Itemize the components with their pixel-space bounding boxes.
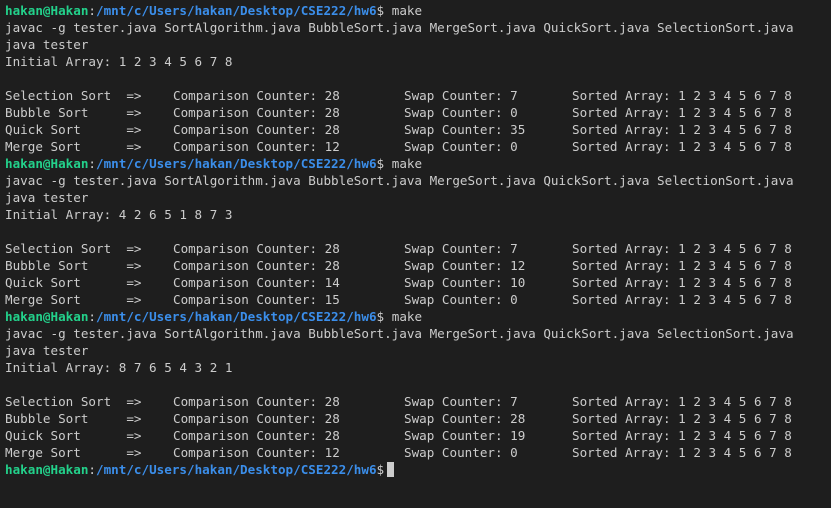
swap-counter: Swap Counter: 7	[404, 394, 518, 409]
run-output: java tester	[5, 190, 89, 205]
sorted-array: Sorted Array: 1 2 3 4 5 6 7 8	[572, 292, 792, 307]
prompt-symbol: $	[376, 309, 385, 324]
prompt-path: /mnt/c/Users/hakan/Desktop/CSE222/hw6	[96, 156, 377, 171]
algorithm-name: Merge Sort =>	[5, 292, 142, 307]
algorithm-name: Merge Sort =>	[5, 139, 142, 154]
run-output: java tester	[5, 37, 89, 52]
sorted-array: Sorted Array: 1 2 3 4 5 6 7 8	[572, 241, 792, 256]
result-row: Merge Sort => Comparison Counter: 12 Swap …	[5, 138, 831, 155]
prompt-user: hakan@Hakan	[5, 156, 89, 171]
result-row: Bubble Sort => Comparison Counter: 28 Swap…	[5, 257, 831, 274]
initial-array: Initial Array: 8 7 6 5 4 3 2 1	[5, 360, 233, 375]
swap-counter: Swap Counter: 0	[404, 445, 518, 460]
comparison-counter: Comparison Counter: 12	[173, 139, 340, 154]
prompt-symbol: $	[376, 3, 385, 18]
command-text: make	[391, 156, 423, 171]
command-text: make	[391, 309, 423, 324]
prompt-line: hakan@Hakan:/mnt/c/Users/hakan/Desktop/C…	[5, 155, 831, 172]
result-row: Merge Sort => Comparison Counter: 12 Swap …	[5, 444, 831, 461]
algorithm-name: Bubble Sort =>	[5, 258, 142, 273]
algorithm-name: Bubble Sort =>	[5, 105, 142, 120]
initial-array: Initial Array: 1 2 3 4 5 6 7 8	[5, 54, 233, 69]
prompt-separator: :	[88, 3, 96, 18]
sorted-array: Sorted Array: 1 2 3 4 5 6 7 8	[572, 445, 792, 460]
algorithm-name: Selection Sort =>	[5, 394, 142, 409]
result-row: Selection Sort => Comparison Counter: 28 S…	[5, 240, 831, 257]
swap-counter: Swap Counter: 0	[404, 292, 518, 307]
swap-counter: Swap Counter: 10	[404, 275, 526, 290]
terminal[interactable]: hakan@Hakan:/mnt/c/Users/hakan/Desktop/C…	[5, 2, 831, 508]
result-row: Selection Sort => Comparison Counter: 28 S…	[5, 393, 831, 410]
sorted-array: Sorted Array: 1 2 3 4 5 6 7 8	[572, 428, 792, 443]
prompt-user: hakan@Hakan	[5, 3, 89, 18]
prompt-separator: :	[88, 309, 96, 324]
comparison-counter: Comparison Counter: 28	[173, 411, 340, 426]
prompt-separator: :	[88, 462, 96, 477]
result-row: Quick Sort => Comparison Counter: 14 Swap …	[5, 274, 831, 291]
result-row: Quick Sort => Comparison Counter: 28 Swap …	[5, 427, 831, 444]
swap-counter: Swap Counter: 7	[404, 88, 518, 103]
prompt-line: hakan@Hakan:/mnt/c/Users/hakan/Desktop/C…	[5, 308, 831, 325]
swap-counter: Swap Counter: 0	[404, 105, 518, 120]
comparison-counter: Comparison Counter: 28	[173, 122, 340, 137]
prompt-separator: :	[88, 156, 96, 171]
result-row: Selection Sort => Comparison Counter: 28 S…	[5, 87, 831, 104]
sorted-array: Sorted Array: 1 2 3 4 5 6 7 8	[572, 394, 792, 409]
prompt-path: /mnt/c/Users/hakan/Desktop/CSE222/hw6	[96, 3, 377, 18]
text-cursor[interactable]	[387, 462, 395, 477]
comparison-counter: Comparison Counter: 14	[173, 275, 340, 290]
algorithm-name: Quick Sort =>	[5, 275, 142, 290]
result-row: Merge Sort => Comparison Counter: 15 Swap …	[5, 291, 831, 308]
run-output: java tester	[5, 343, 89, 358]
sorted-array: Sorted Array: 1 2 3 4 5 6 7 8	[572, 88, 792, 103]
result-row: Bubble Sort => Comparison Counter: 28 Swap…	[5, 104, 831, 121]
prompt-user: hakan@Hakan	[5, 309, 89, 324]
comparison-counter: Comparison Counter: 12	[173, 445, 340, 460]
comparison-counter: Comparison Counter: 28	[173, 88, 340, 103]
swap-counter: Swap Counter: 12	[404, 258, 526, 273]
comparison-counter: Comparison Counter: 28	[173, 394, 340, 409]
command-text: make	[391, 3, 423, 18]
result-row: Bubble Sort => Comparison Counter: 28 Swap…	[5, 410, 831, 427]
algorithm-name: Quick Sort =>	[5, 428, 142, 443]
algorithm-name: Bubble Sort =>	[5, 411, 142, 426]
algorithm-name: Selection Sort =>	[5, 241, 142, 256]
comparison-counter: Comparison Counter: 28	[173, 105, 340, 120]
compile-output: javac -g tester.java SortAlgorithm.java …	[5, 173, 794, 188]
comparison-counter: Comparison Counter: 28	[173, 258, 340, 273]
compile-output: javac -g tester.java SortAlgorithm.java …	[5, 326, 794, 341]
algorithm-name: Merge Sort =>	[5, 445, 142, 460]
sorted-array: Sorted Array: 1 2 3 4 5 6 7 8	[572, 122, 792, 137]
sorted-array: Sorted Array: 1 2 3 4 5 6 7 8	[572, 275, 792, 290]
swap-counter: Swap Counter: 35	[404, 122, 526, 137]
prompt-path: /mnt/c/Users/hakan/Desktop/CSE222/hw6	[96, 309, 377, 324]
swap-counter: Swap Counter: 7	[404, 241, 518, 256]
algorithm-name: Selection Sort =>	[5, 88, 142, 103]
result-row: Quick Sort => Comparison Counter: 28 Swap …	[5, 121, 831, 138]
prompt-line: hakan@Hakan:/mnt/c/Users/hakan/Desktop/C…	[5, 2, 831, 19]
swap-counter: Swap Counter: 19	[404, 428, 526, 443]
compile-output: javac -g tester.java SortAlgorithm.java …	[5, 20, 794, 35]
prompt-user: hakan@Hakan	[5, 462, 89, 477]
prompt-path: /mnt/c/Users/hakan/Desktop/CSE222/hw6	[96, 462, 377, 477]
sorted-array: Sorted Array: 1 2 3 4 5 6 7 8	[572, 258, 792, 273]
initial-array: Initial Array: 4 2 6 5 1 8 7 3	[5, 207, 233, 222]
sorted-array: Sorted Array: 1 2 3 4 5 6 7 8	[572, 105, 792, 120]
prompt-symbol: $	[376, 462, 385, 477]
algorithm-name: Quick Sort =>	[5, 122, 142, 137]
comparison-counter: Comparison Counter: 15	[173, 292, 340, 307]
prompt-line-active[interactable]: hakan@Hakan:/mnt/c/Users/hakan/Desktop/C…	[5, 461, 831, 478]
prompt-symbol: $	[376, 156, 385, 171]
sorted-array: Sorted Array: 1 2 3 4 5 6 7 8	[572, 411, 792, 426]
sorted-array: Sorted Array: 1 2 3 4 5 6 7 8	[572, 139, 792, 154]
swap-counter: Swap Counter: 0	[404, 139, 518, 154]
comparison-counter: Comparison Counter: 28	[173, 428, 340, 443]
swap-counter: Swap Counter: 28	[404, 411, 526, 426]
comparison-counter: Comparison Counter: 28	[173, 241, 340, 256]
